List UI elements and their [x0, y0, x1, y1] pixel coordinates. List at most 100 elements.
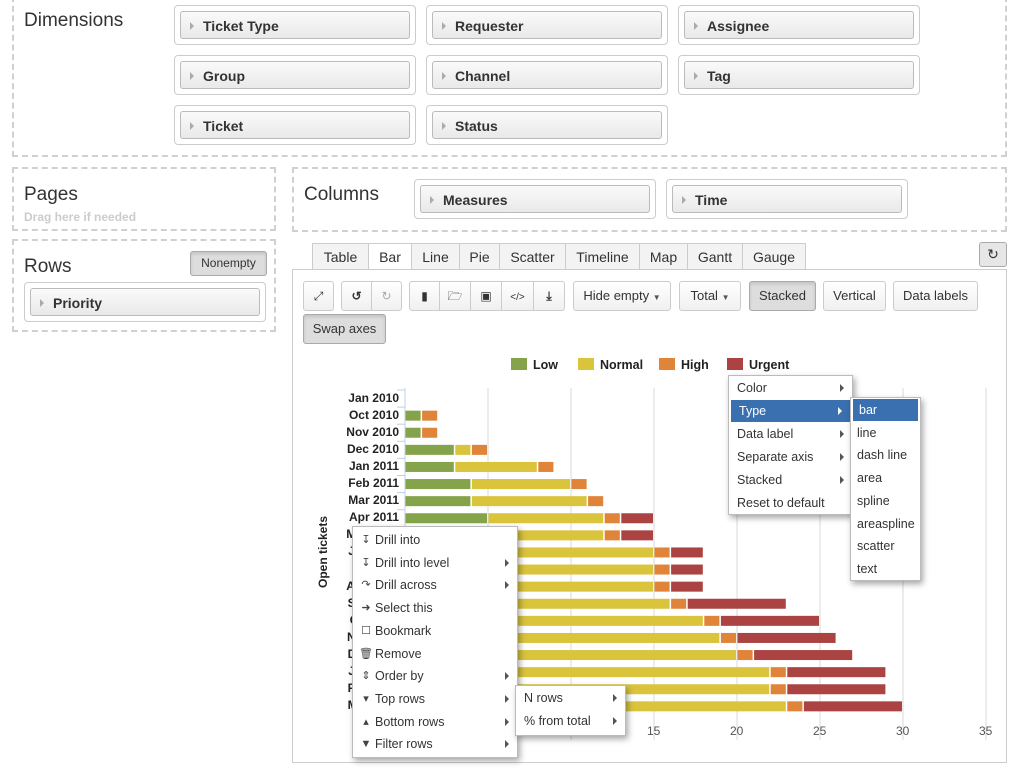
type-option-bar[interactable]: bar — [853, 399, 918, 421]
export-button[interactable]: ⤓ — [533, 281, 565, 311]
code-button[interactable]: </> — [501, 281, 534, 311]
y-tick-label[interactable]: Mar 2011 — [309, 493, 399, 507]
type-option-areaspline[interactable]: areaspline — [851, 513, 920, 535]
pages-hint: Drag here if needed — [24, 210, 137, 224]
legend-item-normal[interactable]: Normal — [578, 358, 643, 372]
dimension-ticket-type[interactable]: Ticket Type — [180, 11, 410, 39]
x-tick-label: 15 — [647, 724, 661, 738]
submenu-arrow-icon — [613, 717, 617, 725]
tab-gauge[interactable]: Gauge — [742, 243, 806, 270]
drill-into-level-icon: ↧ — [361, 556, 371, 569]
y-tick-label[interactable]: Dec 2010 — [309, 442, 399, 456]
total-dropdown[interactable]: Total ▼ — [679, 281, 741, 311]
type-option-spline[interactable]: spline — [851, 490, 920, 512]
legend-item-high[interactable]: High — [659, 358, 709, 372]
series-menu-item-data-label[interactable]: Data label — [729, 423, 852, 445]
context-menu-item-filter-rows[interactable]: ▼ Filter rows — [353, 733, 517, 755]
fullscreen-button[interactable]: ⤢ — [303, 281, 334, 311]
nonempty-button[interactable]: Nonempty — [190, 251, 267, 276]
legend-item-low[interactable]: Low — [511, 358, 558, 372]
submenu-arrow-icon — [505, 717, 509, 726]
hide-empty-dropdown[interactable]: Hide empty ▼ — [573, 281, 671, 311]
expand-triangle-icon — [442, 22, 446, 30]
new-report-button[interactable]: ▮ — [409, 281, 440, 311]
trash-icon: 🗑 — [359, 647, 373, 660]
tab-table[interactable]: Table — [312, 243, 369, 270]
context-menu-item-drill-into[interactable]: ↧ Drill into — [353, 529, 517, 551]
dimension-ticket[interactable]: Ticket — [180, 111, 410, 139]
submenu-arrow-icon — [840, 384, 844, 392]
caret-down-icon: ▼ — [652, 293, 661, 302]
dimension-assignee[interactable]: Assignee — [684, 11, 914, 39]
dimension-channel[interactable]: Channel — [432, 61, 662, 89]
dimension-time[interactable]: Time — [672, 185, 902, 213]
top-rows-option--from-total[interactable]: % from total — [516, 710, 625, 732]
context-menu-item-bottom-rows[interactable]: ▴ Bottom rows — [353, 711, 517, 733]
swap-axes-button[interactable]: Swap axes — [303, 314, 386, 344]
dimension-status[interactable]: Status — [432, 111, 662, 139]
undo-button[interactable]: ↺ — [341, 281, 372, 311]
dimension-priority[interactable]: Priority — [30, 288, 260, 316]
expand-triangle-icon — [190, 22, 194, 30]
submenu-arrow-icon — [613, 694, 617, 702]
new-file-icon: ▮ — [421, 289, 428, 303]
tab-pie[interactable]: Pie — [459, 243, 500, 270]
type-option-area[interactable]: area — [851, 467, 920, 489]
context-menu-item-top-rows[interactable]: ▾ Top rows — [353, 688, 517, 710]
x-tick-label: 20 — [730, 724, 744, 738]
series-menu-item-color[interactable]: Color — [729, 377, 852, 399]
dimension-slot: Status — [426, 105, 668, 145]
type-option-text[interactable]: text — [851, 558, 920, 580]
y-tick-label[interactable]: Oct 2010 — [309, 408, 399, 422]
download-icon: ⤓ — [546, 289, 552, 303]
row-context-menu: ↧ Drill into ↧ Drill into level ↷ Drill acros… — [352, 526, 518, 758]
context-menu-item-order-by[interactable]: ⇕ Order by — [353, 665, 517, 687]
top-rows-option-n-rows[interactable]: N rows — [516, 687, 625, 709]
type-option-line[interactable]: line — [851, 422, 920, 444]
submenu-arrow-icon — [505, 672, 509, 681]
type-option-dash-line[interactable]: dash line — [851, 444, 920, 466]
dimension-measures[interactable]: Measures — [420, 185, 650, 213]
series-menu-item-reset-to-default[interactable]: Reset to default — [729, 492, 852, 514]
dimension-tag[interactable]: Tag — [684, 61, 914, 89]
tab-timeline[interactable]: Timeline — [565, 243, 640, 270]
refresh-button[interactable]: ↻ — [979, 242, 1007, 267]
save-report-button[interactable]: ▣ — [470, 281, 502, 311]
drill-across-icon: ↷ — [361, 579, 371, 592]
context-menu-item-remove[interactable]: 🗑 Remove — [353, 643, 517, 665]
tab-line[interactable]: Line — [411, 243, 460, 270]
caret-up-icon: ▴ — [363, 715, 369, 728]
context-menu-item-drill-into-level[interactable]: ↧ Drill into level — [353, 552, 517, 574]
vertical-toggle[interactable]: Vertical — [823, 281, 886, 311]
tab-scatter[interactable]: Scatter — [499, 243, 566, 270]
context-menu-item-bookmark[interactable]: ☐ Bookmark — [353, 620, 517, 642]
context-menu-item-select-this[interactable]: ➜ Select this — [353, 597, 517, 619]
dimension-group[interactable]: Group — [180, 61, 410, 89]
redo-button[interactable]: ↻ — [371, 281, 402, 311]
x-tick-label: 35 — [979, 724, 993, 738]
stacked-toggle[interactable]: Stacked — [749, 281, 816, 311]
context-menu-item-drill-across[interactable]: ↷ Drill across — [353, 574, 517, 596]
expand-triangle-icon — [190, 122, 194, 130]
submenu-arrow-icon — [840, 430, 844, 438]
dimension-requester[interactable]: Requester — [432, 11, 662, 39]
expand-triangle-icon — [694, 72, 698, 80]
series-menu-item-stacked[interactable]: Stacked — [729, 469, 852, 491]
y-tick-label[interactable]: Jan 2010 — [309, 391, 399, 405]
submenu-arrow-icon — [505, 558, 509, 567]
y-tick-label[interactable]: Nov 2010 — [309, 425, 399, 439]
series-menu-item-separate-axis[interactable]: Separate axis — [729, 446, 852, 468]
tab-bar[interactable]: Bar — [368, 243, 412, 271]
data-labels-toggle[interactable]: Data labels — [893, 281, 978, 311]
type-option-scatter[interactable]: scatter — [851, 535, 920, 557]
submenu-arrow-icon — [505, 581, 509, 590]
y-tick-label[interactable]: Feb 2011 — [309, 476, 399, 490]
series-menu-item-type[interactable]: Type — [731, 400, 850, 422]
legend-item-urgent[interactable]: Urgent — [727, 358, 789, 372]
y-tick-label[interactable]: Jan 2011 — [309, 459, 399, 473]
pages-title: Pages — [24, 184, 78, 205]
tab-map[interactable]: Map — [639, 243, 688, 270]
filter-icon: ▼ — [360, 738, 372, 751]
tab-gantt[interactable]: Gantt — [687, 243, 743, 270]
open-report-button[interactable]: 🗁 — [439, 281, 471, 311]
